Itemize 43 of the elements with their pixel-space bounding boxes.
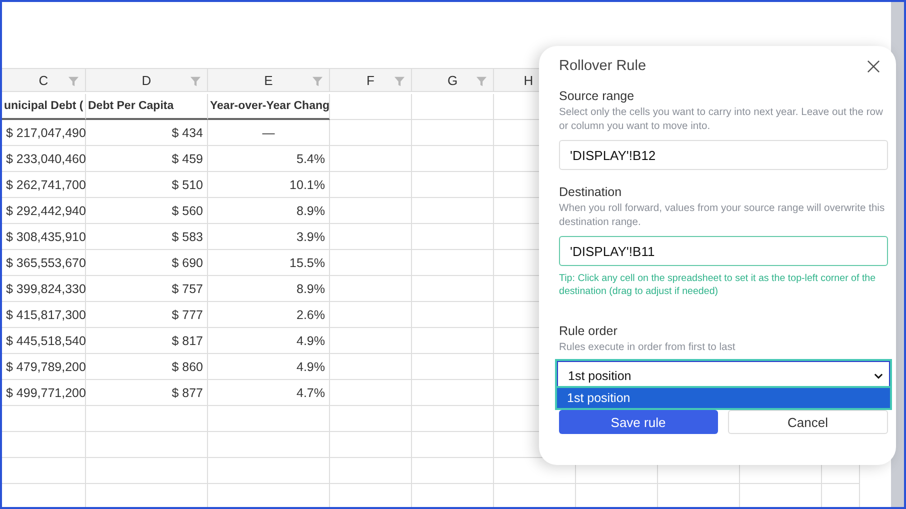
- table-cell: $ 459: [86, 146, 208, 172]
- table-header-cell: Debt Per Capita: [86, 94, 208, 120]
- table-cell: 5.4%: [208, 146, 330, 172]
- table-cell: $ 233,040,460: [2, 146, 86, 172]
- table-cell: $ 817: [86, 328, 208, 354]
- table-cell: $ 415,817,300: [2, 302, 86, 328]
- table-cell: $ 479,789,200: [2, 354, 86, 380]
- table-cell: $ 217,047,490: [2, 120, 86, 146]
- table-cell: $ 399,824,330: [2, 276, 86, 302]
- table-cell: $ 877: [86, 380, 208, 406]
- table-cell: $ 434: [86, 120, 208, 146]
- table-cell: $ 499,771,200: [2, 380, 86, 406]
- table-cell: 10.1%: [208, 172, 330, 198]
- table-cell: $ 757: [86, 276, 208, 302]
- table-cell: $ 560: [86, 198, 208, 224]
- table-cell: 2.6%: [208, 302, 330, 328]
- table-cell: 8.9%: [208, 276, 330, 302]
- field-label: Destination: [559, 185, 623, 199]
- table-cell: $ 860: [86, 354, 208, 380]
- table-cell: $ 308,435,910: [2, 224, 86, 250]
- table-header-cell: unicipal Debt (: [2, 94, 86, 120]
- table-cell: $ 292,442,940: [2, 198, 86, 224]
- table-cell: 8.9%: [208, 198, 330, 224]
- tip-text: Tip: Click any cell on the spreadsheet to set it as the top-left corner of the destination (drag to adjust if needed): [559, 272, 877, 298]
- table-header-cell: Year-over-Year Chang: [208, 94, 330, 120]
- table-cell: 4.9%: [208, 328, 330, 354]
- help-text: When you roll forward, values from your source range will overwrite this destination range.: [559, 202, 886, 230]
- table-cell: $ 365,553,670: [2, 250, 86, 276]
- table-cell: 15.5%: [208, 250, 330, 276]
- table-cell: —: [208, 120, 330, 146]
- table-cell: $ 777: [86, 302, 208, 328]
- table-cell: $ 510: [86, 172, 208, 198]
- table-cell: $ 583: [86, 224, 208, 250]
- help-text: Rules execute in order from first to last: [559, 341, 736, 355]
- table-cell: $ 262,741,700: [2, 172, 86, 198]
- help-text: Select only the cells you want to carry into next year. Leave out the row or column you want to move into.: [559, 106, 884, 134]
- table-cell: $ 445,518,540: [2, 328, 86, 354]
- table-cell: 4.9%: [208, 354, 330, 380]
- table-cell: 3.9%: [208, 224, 330, 250]
- table-cell: $ 690: [86, 250, 208, 276]
- field-label: Rule order: [559, 324, 618, 338]
- table-cell: 4.7%: [208, 380, 330, 406]
- field-label: Source range: [559, 89, 636, 103]
